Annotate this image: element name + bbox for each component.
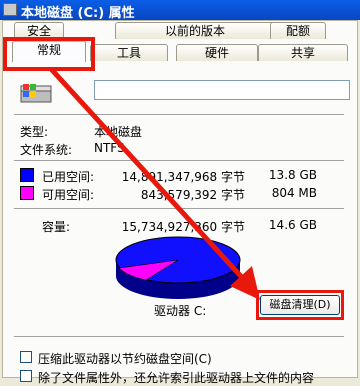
annotation-arrow: [49, 67, 260, 300]
highlight-box: [256, 290, 344, 320]
